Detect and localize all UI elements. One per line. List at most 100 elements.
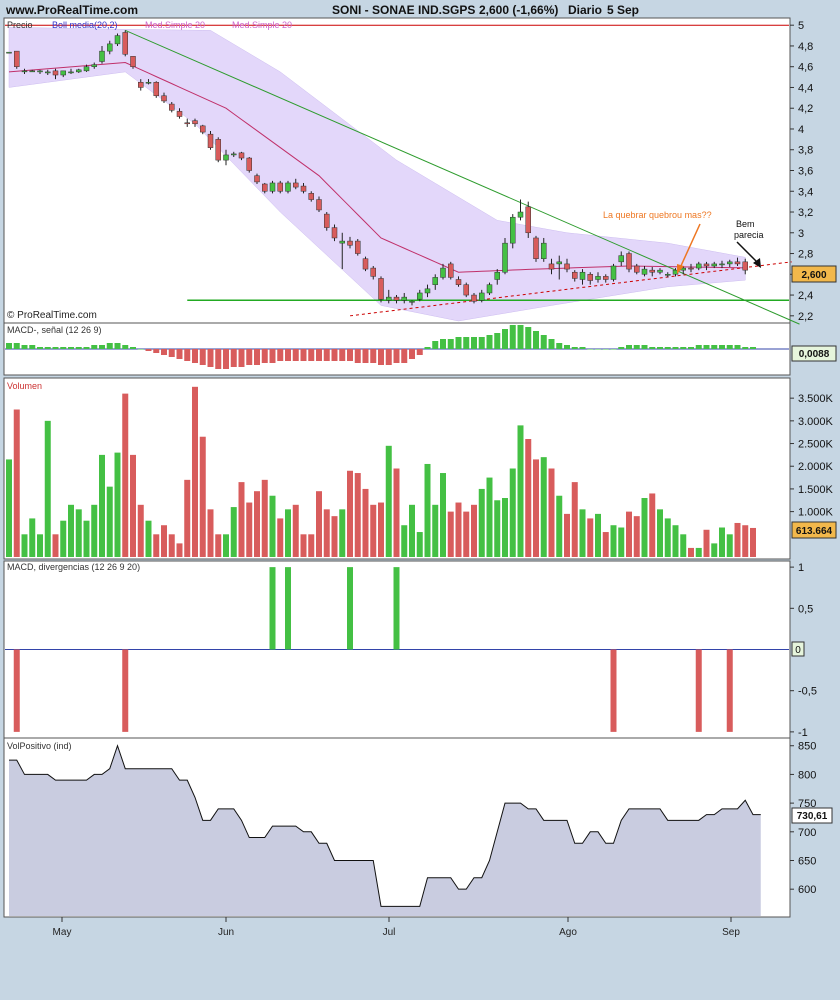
candle-body	[161, 95, 167, 102]
macd-bar	[316, 349, 322, 361]
candle-body	[362, 258, 369, 270]
volume-bar	[362, 488, 369, 557]
candle-body	[52, 70, 59, 76]
macd-bar	[393, 349, 400, 363]
volume-bar	[99, 454, 105, 557]
candle-body	[471, 294, 477, 302]
macd-bar	[564, 345, 570, 349]
volume-bar	[347, 470, 353, 557]
volume-bar	[509, 468, 516, 557]
candle-body	[649, 269, 655, 273]
volume-bar	[161, 525, 167, 557]
volume-y-tick-label: 2.500K	[798, 439, 834, 451]
volume-bar	[478, 488, 485, 557]
volume-bar	[447, 511, 454, 557]
candle-body	[393, 296, 400, 301]
price-y-tick-label: 5	[798, 20, 804, 32]
volume-bar	[571, 482, 578, 557]
candle-body	[238, 152, 245, 159]
candle-body	[45, 71, 51, 74]
macd-bar	[664, 347, 671, 349]
volume-bar	[734, 522, 741, 557]
candle-body	[192, 120, 198, 125]
candle-body	[401, 296, 407, 301]
candle-body	[223, 154, 229, 161]
macd-bar	[261, 349, 268, 363]
price-y-tick-label: 3	[798, 228, 804, 240]
volume-bar	[595, 513, 601, 557]
candle-body	[99, 50, 105, 62]
volume-bar	[223, 534, 229, 557]
macd-bar	[199, 349, 206, 365]
candle-body	[60, 70, 66, 76]
volume-bar	[176, 543, 183, 557]
copyright: © ProRealTime.com	[7, 310, 97, 321]
candle-body	[424, 288, 431, 294]
volpos-y-tick-label: 600	[798, 884, 816, 896]
macd-bar	[672, 347, 679, 349]
volume-bar	[292, 504, 299, 557]
candle-body	[626, 253, 632, 270]
candle-body	[114, 35, 121, 45]
candle-body	[122, 32, 128, 55]
volume-bar	[137, 504, 144, 557]
volume-bar	[269, 495, 276, 557]
macd-bar	[432, 341, 439, 349]
volume-bar	[664, 518, 671, 557]
divergence-panel-label: MACD, divergencias (12 26 9 20)	[7, 562, 140, 572]
volume-bar	[230, 507, 237, 557]
macd-bar	[114, 343, 121, 349]
volume-y-tick-label: 1.500K	[798, 484, 834, 496]
candle-body	[587, 274, 593, 281]
macd-bar	[60, 347, 67, 349]
macd-bar	[478, 337, 485, 349]
volume-bar	[354, 473, 361, 557]
macd-bar	[602, 349, 609, 350]
macd-bar	[657, 347, 663, 349]
volume-bar	[6, 459, 12, 557]
price-y-tick-label: 4,4	[798, 82, 813, 94]
macd-bar	[571, 347, 578, 349]
macd-bar	[533, 331, 539, 349]
indicator-label-boll: Boll media(20,2)	[52, 20, 118, 30]
candle-body	[300, 185, 307, 192]
macd-bar	[223, 349, 229, 369]
divergence-y-tick-label: 0,5	[798, 603, 813, 615]
price-y-tick-label: 3,2	[798, 207, 813, 219]
macd-bar	[230, 349, 237, 367]
macd-bar	[21, 345, 28, 349]
candle-body	[68, 71, 74, 74]
volume-bar	[323, 509, 330, 557]
candle-body	[696, 263, 702, 269]
price-y-tick-label: 4,2	[798, 103, 813, 115]
volume-bar	[517, 425, 524, 557]
volpos-last-value: 730,61	[797, 811, 828, 822]
macd-bar	[409, 349, 415, 359]
volume-last-value: 613.664	[796, 526, 833, 537]
candle-body	[564, 263, 570, 270]
indicator-label-ma1: Med.Simple 20	[145, 20, 205, 30]
volume-bar	[145, 520, 152, 557]
macd-bar	[695, 345, 702, 349]
candle-body	[145, 82, 152, 84]
candle-body	[355, 240, 361, 254]
volume-bar	[130, 454, 136, 557]
candle-body	[331, 227, 338, 239]
candle-body	[316, 199, 322, 211]
volume-bar	[564, 513, 570, 557]
price-y-tick-label: 4	[798, 124, 804, 136]
volume-bar	[409, 504, 415, 557]
volume-bar	[602, 532, 609, 557]
volume-bar	[703, 529, 710, 557]
candle-body	[293, 182, 299, 188]
candle-body	[200, 125, 206, 133]
annotation-parecia: parecia	[734, 230, 764, 240]
macd-bar	[626, 345, 632, 349]
macd-bar	[277, 349, 284, 361]
volume-bar	[750, 527, 756, 557]
price-y-tick-label: 2,4	[798, 290, 813, 302]
site-name[interactable]: www.ProRealTime.com	[5, 3, 138, 17]
volume-bar	[52, 534, 59, 557]
macd-bar	[447, 339, 454, 349]
volume-bar	[672, 525, 679, 557]
